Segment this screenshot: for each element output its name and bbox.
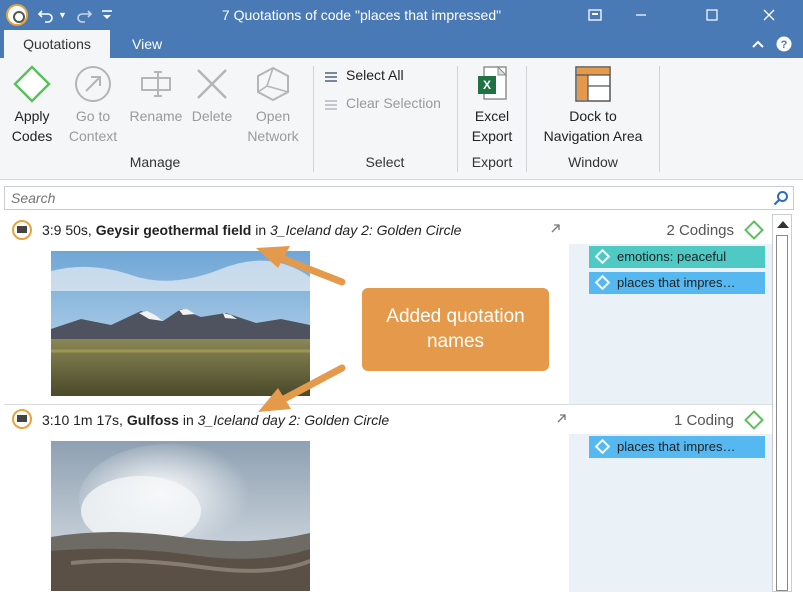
export-group-label: Export: [471, 154, 513, 170]
open-network-label-1: Open: [255, 108, 291, 124]
scroll-up-icon[interactable]: [777, 221, 789, 228]
close-button[interactable]: [746, 0, 792, 30]
select-all-icon: [324, 69, 338, 83]
code-label: emotions: peaceful: [617, 249, 727, 264]
clear-selection-icon: [324, 97, 338, 111]
code-chip-places-that-impressed[interactable]: places that impres…: [589, 436, 765, 458]
delete-x-icon: [192, 64, 232, 104]
vertical-scrollbar[interactable]: [772, 214, 792, 592]
quotation-title: 3:10 1m 17s, Gulfoss in 3_Iceland day 2:…: [42, 412, 389, 428]
delete-button[interactable]: Delete: [188, 64, 236, 126]
rename-icon: [136, 64, 176, 104]
ribbon-separator: [526, 66, 527, 172]
ribbon: Apply Codes Go to Context Rename Delete …: [0, 58, 803, 180]
callout-line-2: names: [426, 331, 485, 352]
apply-codes-label-1: Apply: [14, 108, 50, 124]
ribbon-separator: [457, 66, 458, 172]
quotation-name: Gulfoss: [126, 412, 179, 428]
code-diamond-icon: [594, 248, 611, 265]
callout-line-1: Added quotation: [386, 306, 525, 327]
scrollbar-thumb[interactable]: [776, 235, 788, 591]
codings-count: 1 Coding: [673, 412, 734, 429]
tab-quotations[interactable]: Quotations: [4, 30, 110, 58]
quotation-id: 3:9: [42, 222, 62, 238]
codings-count: 2 Codings: [666, 222, 734, 239]
search-box: [4, 186, 794, 210]
video-quotation-icon: [12, 409, 32, 429]
add-code-diamond-icon[interactable]: [744, 410, 764, 430]
open-network-button[interactable]: Open Network: [240, 64, 306, 146]
annotation-callout: Added quotation names: [362, 288, 549, 371]
clear-selection-button[interactable]: Clear Selection: [324, 92, 441, 114]
code-panel: places that impres…: [569, 434, 772, 592]
open-quotation-icon[interactable]: [550, 222, 562, 234]
quotation-in: in: [182, 412, 194, 428]
code-chip-places-that-impressed[interactable]: places that impres…: [589, 272, 765, 294]
ribbon-separator: [659, 66, 660, 172]
help-icon[interactable]: ?: [774, 34, 794, 54]
quotation-duration: 1m 17s,: [73, 412, 123, 428]
ribbon-tabs: Quotations View ?: [0, 30, 803, 58]
title-bar: ▼ 7 Quotations of code "places that impr…: [0, 0, 803, 30]
quotation-id: 3:10: [42, 412, 70, 428]
code-chip-emotions-peaceful[interactable]: emotions: peaceful: [589, 246, 765, 268]
maximize-button[interactable]: [689, 0, 735, 30]
window-title: 7 Quotations of code "places that impres…: [221, 7, 502, 23]
code-diamond-icon: [594, 438, 611, 455]
collapse-ribbon-icon[interactable]: [748, 34, 768, 54]
go-to-context-button[interactable]: Go to Context: [64, 64, 122, 146]
select-all-button[interactable]: Select All: [324, 64, 404, 86]
rename-label: Rename: [129, 108, 183, 124]
clear-selection-label: Clear Selection: [346, 95, 441, 111]
excel-icon: X: [472, 64, 512, 104]
svg-text:X: X: [483, 78, 491, 92]
dock-label-1: Dock to: [569, 108, 617, 124]
apply-codes-label-2: Codes: [11, 128, 53, 144]
restore-layout-icon[interactable]: [572, 0, 618, 30]
video-quotation-icon: [12, 220, 32, 240]
code-diamond-icon: [12, 64, 52, 104]
quotation-name: Geysir geothermal field: [95, 222, 252, 238]
add-code-diamond-icon[interactable]: [744, 220, 764, 240]
quotation-duration: 50s,: [65, 222, 92, 238]
svg-text:?: ?: [781, 39, 788, 51]
excel-export-button[interactable]: X Excel Export: [466, 64, 518, 146]
window-group-label: Window: [568, 154, 618, 170]
rename-button[interactable]: Rename: [126, 64, 186, 126]
excel-export-label-2: Export: [471, 128, 513, 144]
apply-codes-button[interactable]: Apply Codes: [8, 64, 56, 146]
manage-group-label: Manage: [129, 154, 181, 170]
dock-label-2: Navigation Area: [543, 128, 643, 144]
open-network-label-2: Network: [247, 128, 299, 144]
delete-label: Delete: [191, 108, 233, 124]
search-icon[interactable]: [773, 190, 789, 206]
dock-to-navigation-button[interactable]: Dock to Navigation Area: [534, 64, 652, 146]
quotation-document: 3_Iceland day 2: Golden Circle: [197, 412, 390, 428]
ribbon-separator: [313, 66, 314, 172]
quotation-in: in: [255, 222, 267, 238]
quotation-title: 3:9 50s, Geysir geothermal field in 3_Ic…: [42, 222, 461, 238]
network-icon: [253, 64, 293, 104]
go-to-context-icon: [73, 64, 113, 104]
select-group-label: Select: [365, 154, 405, 170]
open-quotation-icon[interactable]: [556, 412, 568, 424]
excel-export-label-1: Excel: [474, 108, 510, 124]
minimize-button[interactable]: [618, 0, 664, 30]
quotation-list: 3:9 50s, Geysir geothermal field in 3_Ic…: [4, 214, 794, 592]
select-all-label: Select All: [346, 67, 404, 83]
search-input[interactable]: [5, 187, 765, 209]
code-label: places that impres…: [617, 275, 736, 290]
go-to-context-label-2: Context: [68, 128, 118, 144]
go-to-context-label-1: Go to: [75, 108, 111, 124]
quotation-document: 3_Iceland day 2: Golden Circle: [270, 222, 462, 238]
tab-view[interactable]: View: [122, 30, 172, 58]
video-thumbnail-gulfoss[interactable]: [51, 441, 311, 591]
code-panel: emotions: peaceful places that impres…: [569, 244, 772, 404]
code-label: places that impres…: [617, 439, 736, 454]
quotation-row[interactable]: 3:10 1m 17s, Gulfoss in 3_Iceland day 2:…: [4, 404, 776, 592]
code-diamond-icon: [594, 274, 611, 291]
dock-layout-icon: [573, 64, 613, 104]
video-thumbnail-geysir[interactable]: [51, 251, 310, 396]
